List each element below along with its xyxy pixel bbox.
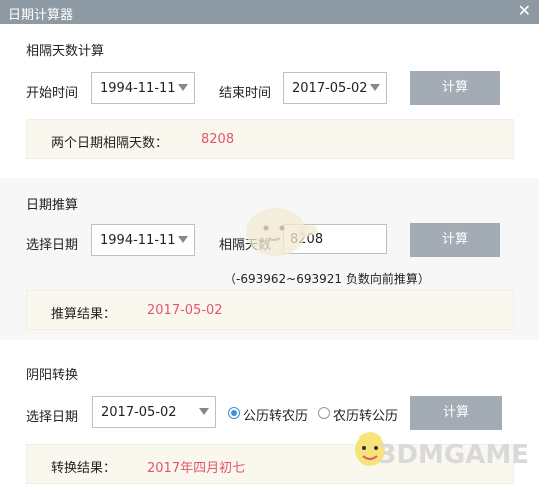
extrapolate-result-label: 推算结果： [51, 307, 117, 322]
lunar-heading: 阴阳转换 [26, 368, 79, 383]
lunar-to-solar-label[interactable]: 农历转公历 [333, 405, 398, 424]
lunar-date-select[interactable]: 2017-05-02 [92, 396, 216, 428]
title-bar: 日期计算器 ✕ [0, 0, 539, 24]
interval-result-label: 两个日期相隔天数： [51, 136, 169, 151]
interval-calc-button[interactable]: 计算 [410, 71, 500, 105]
mascot-watermark-icon [246, 208, 318, 256]
window-title: 日期计算器 [8, 8, 74, 23]
chevron-down-icon [370, 84, 380, 91]
extrapolate-date-select[interactable]: 1994-11-11 [91, 224, 195, 256]
lunar-date-value: 2017-05-02 [101, 405, 177, 420]
watermark-logo: 3DMGAME [378, 440, 529, 470]
lunar-to-solar-radio[interactable] [318, 407, 330, 419]
interval-heading: 相隔天数计算 [26, 44, 105, 59]
close-icon[interactable]: ✕ [518, 2, 531, 20]
extrapolate-result-value: 2017-05-02 [147, 303, 223, 318]
chevron-down-icon [178, 84, 188, 91]
interval-result-box: 两个日期相隔天数： 8208 [26, 119, 514, 159]
select-date-label: 选择日期 [26, 238, 79, 253]
lunar-calc-button[interactable]: 计算 [410, 396, 502, 430]
start-date-select[interactable]: 1994-11-11 [91, 72, 195, 104]
extrapolate-heading: 日期推算 [26, 198, 79, 213]
extrapolate-result-box: 推算结果： 2017-05-02 [26, 290, 514, 330]
end-date-value: 2017-05-02 [292, 81, 368, 96]
extrapolate-calc-button[interactable]: 计算 [410, 223, 500, 257]
range-hint: （-693962~693921 负数向前推算） [224, 272, 430, 286]
interval-section: 相隔天数计算 开始时间 1994-11-11 结束时间 2017-05-02 计… [0, 24, 539, 178]
solar-to-lunar-radio[interactable] [228, 407, 240, 419]
lunar-result-label: 转换结果： [51, 461, 117, 476]
chevron-down-icon [178, 236, 188, 243]
solar-to-lunar-label[interactable]: 公历转农历 [243, 405, 308, 424]
end-date-select[interactable]: 2017-05-02 [283, 72, 387, 104]
lunar-date-label: 选择日期 [26, 410, 79, 425]
start-date-value: 1994-11-11 [100, 81, 176, 96]
lunar-result-value: 2017年四月初七 [147, 461, 246, 476]
extrapolate-date-value: 1994-11-11 [100, 233, 176, 248]
end-time-label: 结束时间 [219, 86, 272, 101]
interval-result-value: 8208 [201, 132, 235, 147]
chevron-down-icon [199, 408, 209, 415]
start-time-label: 开始时间 [26, 86, 79, 101]
